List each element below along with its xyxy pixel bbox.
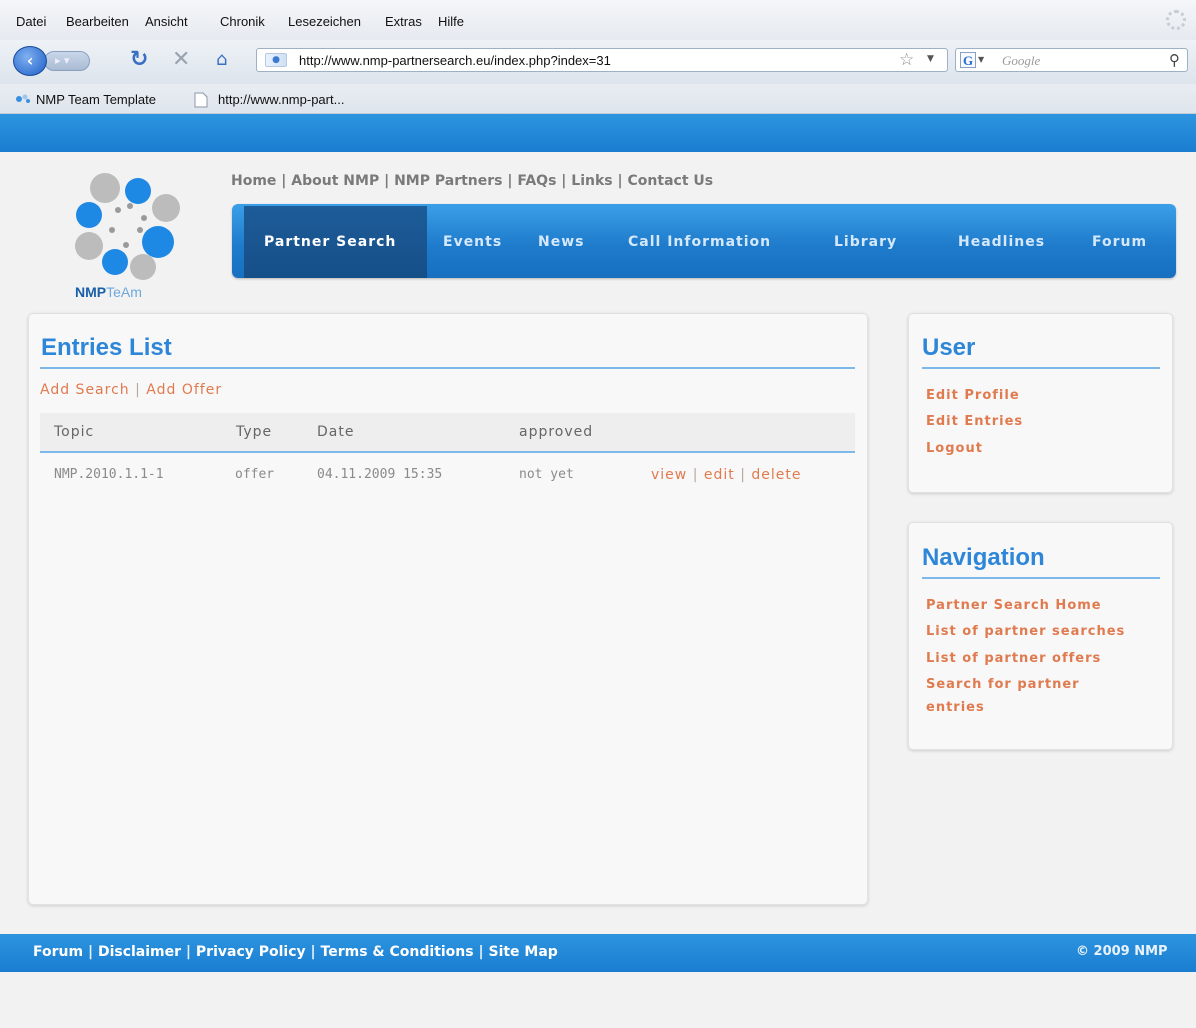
- bookmarks-toolbar: [0, 84, 1196, 114]
- site-favicon-icon: ●: [265, 53, 287, 67]
- nav-call-information[interactable]: Call Information: [628, 234, 771, 250]
- star-icon[interactable]: ☆: [899, 50, 914, 70]
- list-partner-offers-link[interactable]: List of partner offers: [926, 651, 1101, 666]
- row-actions-sep: |: [740, 467, 746, 483]
- edit-entries-link[interactable]: Edit Entries: [926, 414, 1023, 429]
- footer-sep: |: [87, 944, 94, 960]
- add-links-sep: |: [135, 382, 141, 398]
- nav-forum[interactable]: Forum: [1092, 234, 1147, 250]
- column-type: Type: [236, 424, 273, 440]
- logo-text-team: TeAm: [106, 284, 142, 300]
- footer-sep: |: [478, 944, 484, 960]
- row-topic: NMP.2010.1.1-1: [54, 467, 164, 482]
- google-engine-icon[interactable]: G: [960, 52, 976, 68]
- top-link-sep: |: [507, 173, 513, 189]
- bookmark-nmp-template[interactable]: NMP Team Template: [36, 92, 156, 107]
- menu-ansicht[interactable]: Ansicht: [145, 14, 188, 29]
- column-date: Date: [317, 424, 355, 440]
- menu-chronik[interactable]: Chronik: [220, 14, 265, 29]
- top-link-about[interactable]: About NMP: [291, 173, 379, 189]
- history-dropdown-icon[interactable]: ▼: [927, 54, 934, 64]
- bookmark-favicon-icon: [16, 94, 30, 103]
- page-icon: [194, 92, 208, 108]
- user-title-rule: [922, 367, 1160, 369]
- reload-icon[interactable]: ↻: [130, 48, 148, 72]
- footer-links: Forum | Disclaimer | Privacy Policy | Te…: [33, 944, 558, 960]
- row-approved: not yet: [519, 467, 574, 482]
- edit-profile-link[interactable]: Edit Profile: [926, 388, 1020, 403]
- nav-events[interactable]: Events: [443, 234, 502, 250]
- logo-text: NMPTeAm: [75, 284, 142, 300]
- column-approved: approved: [519, 424, 594, 440]
- footer-disclaimer-link[interactable]: Disclaimer: [98, 944, 181, 960]
- menu-datei[interactable]: Datei: [16, 14, 46, 29]
- logout-link[interactable]: Logout: [926, 441, 983, 456]
- engine-dropdown-icon[interactable]: ▼: [978, 55, 984, 64]
- stop-icon[interactable]: ✕: [172, 48, 190, 72]
- add-offer-link[interactable]: Add Offer: [146, 382, 222, 398]
- menu-hilfe[interactable]: Hilfe: [438, 14, 464, 29]
- forward-arrow-icon[interactable]: ▸ ▾: [44, 51, 90, 71]
- footer-terms-link[interactable]: Terms & Conditions: [321, 944, 474, 960]
- top-link-links[interactable]: Links: [571, 173, 612, 189]
- column-topic: Topic: [54, 424, 95, 440]
- view-link[interactable]: view: [651, 467, 687, 483]
- search-input[interactable]: Google: [1002, 53, 1040, 69]
- navigation-title-rule: [922, 577, 1160, 579]
- nav-partner-search[interactable]: Partner Search: [264, 234, 396, 250]
- partner-search-home-link[interactable]: Partner Search Home: [926, 598, 1102, 613]
- footer-privacy-link[interactable]: Privacy Policy: [196, 944, 306, 960]
- entries-title-rule: [40, 367, 855, 369]
- top-link-sep: |: [617, 173, 623, 189]
- magnifier-icon[interactable]: ⚲: [1169, 51, 1180, 69]
- footer-sep: |: [310, 944, 316, 960]
- top-link-partners[interactable]: NMP Partners: [394, 173, 502, 189]
- row-date: 04.11.2009 15:35: [317, 467, 443, 482]
- list-partner-searches-link[interactable]: List of partner searches: [926, 624, 1125, 639]
- row-actions-sep: |: [692, 467, 699, 483]
- footer-sitemap-link[interactable]: Site Map: [488, 944, 557, 960]
- edit-link[interactable]: edit: [704, 467, 735, 483]
- row-actions: view | edit | delete: [651, 467, 802, 483]
- search-partner-entries-link[interactable]: Search for partner: [926, 677, 1080, 692]
- loading-throbber-icon: [1166, 10, 1186, 30]
- bookmark-nmp-part[interactable]: http://www.nmp-part...: [218, 92, 344, 107]
- table-header: [40, 413, 855, 453]
- footer-forum-link[interactable]: Forum: [33, 944, 83, 960]
- row-type: offer: [235, 467, 275, 482]
- add-search-link[interactable]: Add Search: [40, 382, 130, 398]
- delete-link[interactable]: delete: [751, 467, 801, 483]
- back-arrow-icon[interactable]: ‹: [13, 46, 47, 76]
- logo-text-nmp: NMP: [75, 284, 107, 300]
- nav-headlines[interactable]: Headlines: [958, 234, 1045, 250]
- copyright-text: © 2009 NMP: [1076, 944, 1168, 959]
- site-top-band: [0, 114, 1196, 152]
- navigation-title: Navigation: [922, 544, 1045, 571]
- address-bar[interactable]: ● http://www.nmp-partnersearch.eu/index.…: [256, 48, 948, 72]
- top-link-faqs[interactable]: FAQs: [517, 173, 556, 189]
- entries-title: Entries List: [41, 334, 172, 361]
- top-link-sep: |: [384, 173, 390, 189]
- entries-panel: [28, 313, 868, 905]
- search-partner-entries-link-cont[interactable]: entries: [926, 700, 985, 715]
- nmp-team-logo[interactable]: [70, 170, 200, 300]
- search-bar[interactable]: G ▼ Google ⚲: [955, 48, 1188, 72]
- top-link-sep: |: [281, 173, 287, 189]
- nav-news[interactable]: News: [538, 234, 584, 250]
- url-text[interactable]: http://www.nmp-partnersearch.eu/index.ph…: [299, 53, 611, 68]
- nav-library[interactable]: Library: [834, 234, 897, 250]
- footer-sep: |: [185, 944, 192, 960]
- home-icon[interactable]: ⌂: [216, 48, 227, 72]
- menu-extras[interactable]: Extras: [385, 14, 422, 29]
- menu-bearbeiten[interactable]: Bearbeiten: [66, 14, 129, 29]
- top-link-contact[interactable]: Contact Us: [628, 173, 714, 189]
- user-title: User: [922, 334, 976, 361]
- top-link-home[interactable]: Home: [231, 173, 276, 189]
- top-links: Home | About NMP | NMP Partners | FAQs |…: [231, 173, 713, 189]
- top-link-sep: |: [561, 173, 567, 189]
- add-links: Add Search | Add Offer: [40, 382, 222, 398]
- menu-lesezeichen[interactable]: Lesezeichen: [288, 14, 361, 29]
